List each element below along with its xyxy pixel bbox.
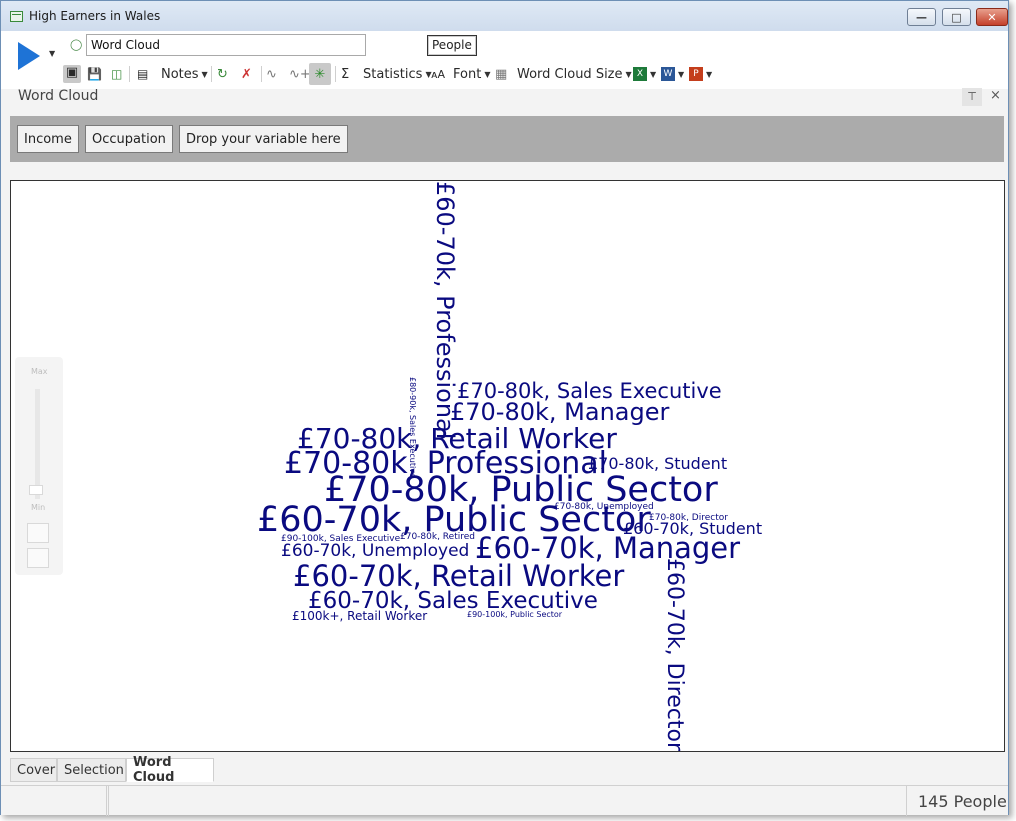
refresh-icon[interactable]: ↻	[217, 63, 228, 85]
variable-chip-occupation[interactable]: Occupation	[85, 125, 173, 153]
excel-export-icon[interactable]: X ▼	[633, 63, 656, 85]
statistics-label: Statistics	[363, 66, 423, 82]
zoom-slider-thumb[interactable]	[29, 485, 43, 495]
word-cloud-term[interactable]: £60-70k, Director	[662, 558, 687, 751]
maximize-button[interactable]: □	[942, 8, 971, 26]
play-icon[interactable]	[18, 42, 40, 70]
minimize-button[interactable]: —	[907, 8, 936, 26]
pan-icon[interactable]	[27, 548, 49, 568]
zoom-max-label: Max	[31, 367, 48, 376]
zoom-slider-track[interactable]	[35, 389, 40, 499]
grid-icon[interactable]: ▦	[495, 63, 507, 85]
font-menu[interactable]: Font ▼	[453, 63, 490, 85]
window-icon	[10, 11, 23, 22]
panel-title: Word Cloud	[18, 88, 99, 104]
size-menu[interactable]: Word Cloud Size ▼	[517, 63, 632, 85]
close-button[interactable]: ✕	[976, 8, 1008, 26]
save-icon[interactable]: 💾	[87, 63, 102, 85]
lock-icon[interactable]: ▣	[63, 63, 81, 85]
title-bar: High Earners in Wales — □ ✕	[1, 1, 1008, 31]
window-name-input[interactable]	[86, 34, 366, 56]
variable-drop-bar: Income Occupation Drop your variable her…	[10, 116, 1004, 162]
font-label: Font	[453, 66, 482, 82]
zoom-panel: Max Min	[15, 357, 63, 575]
notes-icon[interactable]: ▤	[137, 63, 148, 85]
play-dropdown-icon[interactable]: ▼	[49, 49, 55, 58]
app-window: High Earners in Wales — □ ✕ ▼ ◯ People ▣…	[0, 0, 1009, 816]
notes-label: Notes	[161, 66, 199, 82]
powerpoint-export-icon[interactable]: P ▼	[689, 63, 712, 85]
tab-selection[interactable]: Selection	[57, 758, 126, 782]
statistics-menu[interactable]: Statistics ▼	[363, 63, 432, 85]
record-count: 145 People	[918, 792, 1007, 811]
size-label: Word Cloud Size	[517, 66, 623, 82]
notes-menu[interactable]: Notes ▼	[161, 63, 208, 85]
word-cloud-term[interactable]: £60-70k, Retail Worker	[293, 562, 624, 591]
database-icon[interactable]: ◫	[111, 63, 122, 85]
word-export-icon[interactable]: W ▼	[661, 63, 684, 85]
word-cloud-term[interactable]: £70-80k, Manager	[450, 400, 669, 424]
tab-cover[interactable]: Cover	[10, 758, 57, 782]
word-cloud-canvas[interactable]: £60-70k, Professional £80-90k, Sales Exe…	[10, 180, 1005, 752]
status-bar: 145 People	[1, 785, 1008, 816]
shape-add-icon[interactable]: ∿+	[289, 63, 311, 85]
selection-button[interactable]: People	[427, 35, 477, 56]
font-icon[interactable]: ᴀA	[431, 63, 445, 85]
clear-icon[interactable]: ✗	[241, 63, 252, 85]
panel-close-icon[interactable]: ×	[990, 88, 1001, 103]
variable-drop-zone[interactable]: Drop your variable here	[179, 125, 348, 153]
zoom-min-label: Min	[31, 503, 46, 512]
word-cloud-term[interactable]: £100k+, Retail Worker	[292, 610, 427, 622]
sparkle-icon[interactable]: ✳	[309, 63, 331, 85]
pin-icon[interactable]: ⊤	[962, 88, 982, 106]
tab-word-cloud[interactable]: Word Cloud	[126, 755, 214, 785]
word-cloud-term[interactable]: £90-100k, Public Sector	[467, 611, 562, 619]
word-cloud-term[interactable]: £60-70k, Unemployed	[281, 543, 469, 560]
window-title: High Earners in Wales	[29, 9, 161, 23]
variable-chip-income[interactable]: Income	[17, 125, 79, 153]
sigma-icon[interactable]: Σ	[341, 63, 349, 85]
fit-to-screen-icon[interactable]	[27, 523, 49, 543]
shape-icon[interactable]: ∿	[266, 63, 277, 85]
cloud-name-icon: ◯	[70, 38, 83, 51]
toolbar: ▣ 💾 ◫ ▤ Notes ▼ ↻ ✗ ∿ ∿+ ✳ Σ Statistics ▼ …	[61, 63, 1008, 85]
